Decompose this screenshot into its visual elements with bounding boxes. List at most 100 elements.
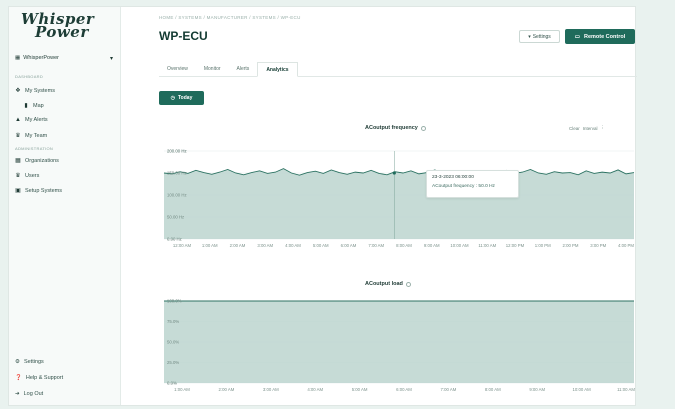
chevron-down-icon: ▾ xyxy=(528,33,531,40)
building-icon: ▦ xyxy=(15,55,21,61)
sidebar-item-my-team[interactable]: ♛ My Team xyxy=(15,132,47,140)
tab-analytics[interactable]: Analytics xyxy=(257,62,298,77)
x-tick-label: 7:00 AM xyxy=(441,387,457,392)
organization-select[interactable]: ▦ WhisperPower ▾ xyxy=(15,51,113,65)
organization-select-value: WhisperPower xyxy=(23,55,59,61)
chart-tools: Clear Interval ⋮ xyxy=(569,125,605,131)
x-tick-label: 2:00 AM xyxy=(219,387,235,392)
x-tick-label: 2:00 PM xyxy=(562,243,578,248)
y-tick-label-overlay: 200.00 Hz xyxy=(167,149,187,154)
today-button[interactable]: ◷ Today xyxy=(159,91,204,105)
sidebar-item-label: Users xyxy=(25,172,40,179)
x-tick-label: 3:00 PM xyxy=(590,243,606,248)
setup-icon: ▣ xyxy=(15,188,21,194)
x-tick-label: 10:00 AM xyxy=(573,387,592,392)
clear-button[interactable]: Clear xyxy=(569,126,580,131)
users-icon: ♛ xyxy=(15,173,21,179)
sidebar-item-label: My Alerts xyxy=(25,117,48,123)
y-tick-label-overlay: 100.00 Hz xyxy=(167,193,187,198)
x-tick-label: 3:00 AM xyxy=(257,243,273,248)
systems-icon: ❖ xyxy=(15,88,21,94)
sidebar-item-setup-systems[interactable]: ▣ Setup Systems xyxy=(15,187,62,195)
sidebar-item-label: My Systems xyxy=(25,87,55,94)
sidebar-item-label: Setup Systems xyxy=(25,187,62,194)
page-title: WP-ECU xyxy=(159,29,208,43)
frequency-chart-title-text: ACoutput frequency xyxy=(365,125,418,131)
x-tick-label: 1:00 AM xyxy=(174,387,190,392)
remote-control-label: Remote Control xyxy=(583,33,626,40)
x-tick-label: 4:00 PM xyxy=(618,243,634,248)
y-tick-label-overlay: 150.00 Hz xyxy=(167,171,187,176)
clock-icon: ◷ xyxy=(170,95,175,101)
x-tick-label: 4:00 AM xyxy=(307,387,323,392)
breadcrumb: HOME / SYSTEMS / MANUFACTURER / SYSTEMS … xyxy=(159,15,301,20)
tooltip-date: 23-3-2023 06:00:00 xyxy=(432,175,474,180)
brand-logo[interactable]: Whisper Power xyxy=(21,12,103,43)
x-tick-label: 2:00 AM xyxy=(230,243,246,248)
y-tick-label-overlay: 75.0% xyxy=(167,319,179,324)
frequency-chart[interactable]: 200.00 Hz 150.00 Hz 100.00 Hz 50.00 Hz 0.00 … xyxy=(159,143,637,251)
x-tick-label: 7:00 AM xyxy=(368,243,384,248)
remote-control-button[interactable]: ▭ Remote Control xyxy=(565,29,635,44)
team-icon: ♛ xyxy=(15,133,21,139)
sidebar-item-my-systems[interactable]: ❖ My Systems xyxy=(15,87,55,95)
map-icon: ▮ xyxy=(24,103,28,109)
section-label-administration: ADMINISTRATION xyxy=(15,146,54,151)
info-icon[interactable] xyxy=(405,281,411,287)
logout-icon: ➜ xyxy=(15,391,20,397)
tab-alerts[interactable]: Alerts xyxy=(229,62,258,77)
y-tick-label-overlay: 0.0% xyxy=(167,381,177,386)
sidebar-item-map[interactable]: ▮ Map xyxy=(23,102,44,110)
sidebar-item-my-alerts[interactable]: ▲ My Alerts xyxy=(15,117,48,123)
x-tick-label: 8:00 AM xyxy=(396,243,412,248)
load-chart-title: ACoutput load xyxy=(365,281,411,287)
x-tick-label: 6:00 AM xyxy=(341,243,357,248)
series-area xyxy=(164,168,634,239)
load-chart[interactable]: 100.0%75.0%50.0%25.0%0.0%100.0%75.0%50.0… xyxy=(159,293,637,393)
settings-dropdown-button[interactable]: ▾ Settings xyxy=(519,30,560,43)
tab-monitor[interactable]: Monitor xyxy=(196,62,229,77)
y-tick-label-overlay: 100.0% xyxy=(167,299,182,304)
x-tick-label: 8:00 AM xyxy=(485,387,501,392)
y-tick-label-overlay: 50.0% xyxy=(167,340,179,345)
sidebar-item-organizations[interactable]: ▦ Organizations xyxy=(15,157,59,165)
y-tick-label-overlay: 50.00 Hz xyxy=(167,215,184,220)
x-tick-label: 5:00 AM xyxy=(313,243,329,248)
sidebar-item-label: Settings xyxy=(23,359,44,365)
x-tick-label: 4:00 AM xyxy=(285,243,301,248)
tooltip-value: ACoutput frequency : 50.0 Hz xyxy=(432,184,495,189)
x-tick-label: 12:00 AM xyxy=(173,243,192,248)
main-content: HOME / SYSTEMS / MANUFACTURER / SYSTEMS … xyxy=(159,7,637,405)
monitor-icon: ▭ xyxy=(574,33,580,40)
x-tick-label: 5:00 AM xyxy=(352,387,368,392)
chevron-down-icon: ▾ xyxy=(109,55,113,62)
more-vertical-icon[interactable]: ⋮ xyxy=(601,125,606,131)
interval-button[interactable]: Interval xyxy=(583,126,598,131)
sidebar-item-label: Map xyxy=(33,102,44,109)
hover-point xyxy=(392,171,396,175)
section-label-dashboard: DASHBOARD xyxy=(15,74,44,79)
x-tick-label: 11:00 AM xyxy=(617,387,635,392)
today-label: Today xyxy=(178,95,193,101)
building-icon: ▦ xyxy=(15,158,21,164)
tab-overview[interactable]: Overview xyxy=(159,62,196,77)
frequency-chart-title: ACoutput frequency xyxy=(365,125,426,131)
x-tick-label: 9:00 AM xyxy=(529,387,545,392)
x-tick-label: 3:00 AM xyxy=(263,387,279,392)
sidebar-item-help[interactable]: ❓ Help & Support xyxy=(15,375,63,381)
sidebar-item-users[interactable]: ♛ Users xyxy=(15,172,40,180)
y-tick-label-overlay: 25.0% xyxy=(167,360,179,365)
sidebar-item-logout[interactable]: ➜ Log Out xyxy=(15,391,43,397)
x-tick-label: 10:00 AM xyxy=(450,243,469,248)
x-tick-label: 11:00 AM xyxy=(478,243,496,248)
x-tick-label: 1:00 PM xyxy=(535,243,551,248)
sidebar-item-settings[interactable]: ⚙ Settings xyxy=(15,359,44,365)
sidebar-item-label: Organizations xyxy=(25,157,59,164)
info-icon[interactable] xyxy=(420,125,426,131)
sidebar: Whisper Power ▦ WhisperPower ▾ DASHBOARD… xyxy=(9,7,121,405)
x-tick-label: 9:00 AM xyxy=(424,243,440,248)
sidebar-item-label: Help & Support xyxy=(25,375,64,381)
chart-tooltip: 23-3-2023 06:00:00 ACoutput frequency : … xyxy=(426,170,519,198)
series-area xyxy=(164,301,634,383)
x-tick-label: 12:00 PM xyxy=(506,243,525,248)
